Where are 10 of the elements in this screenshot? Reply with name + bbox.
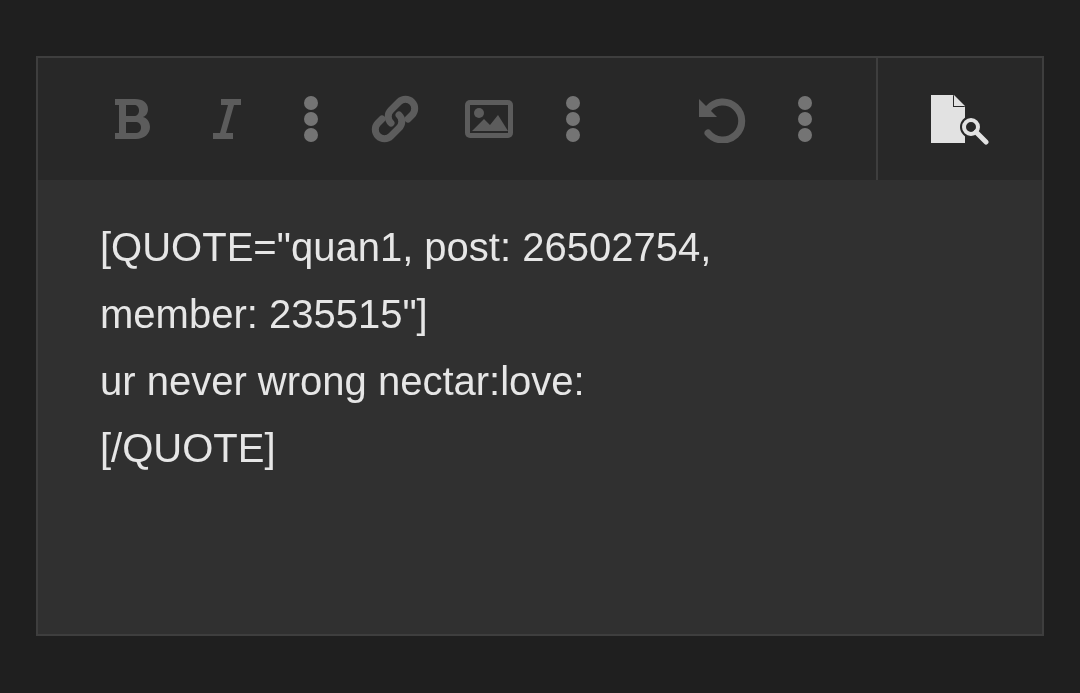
more-icon <box>797 95 813 143</box>
more-icon <box>565 95 581 143</box>
bold-icon <box>113 97 153 141</box>
italic-icon <box>211 97 243 141</box>
preview-icon <box>929 93 991 145</box>
undo-icon <box>696 95 746 143</box>
link-icon <box>370 94 420 144</box>
more-icon <box>303 95 319 143</box>
message-field[interactable]: [QUOTE="quan1, post: 26502754, member: 235515"] ur never wrong nectar:love: [/QUOTE] <box>36 180 1044 636</box>
image-icon <box>464 99 514 139</box>
